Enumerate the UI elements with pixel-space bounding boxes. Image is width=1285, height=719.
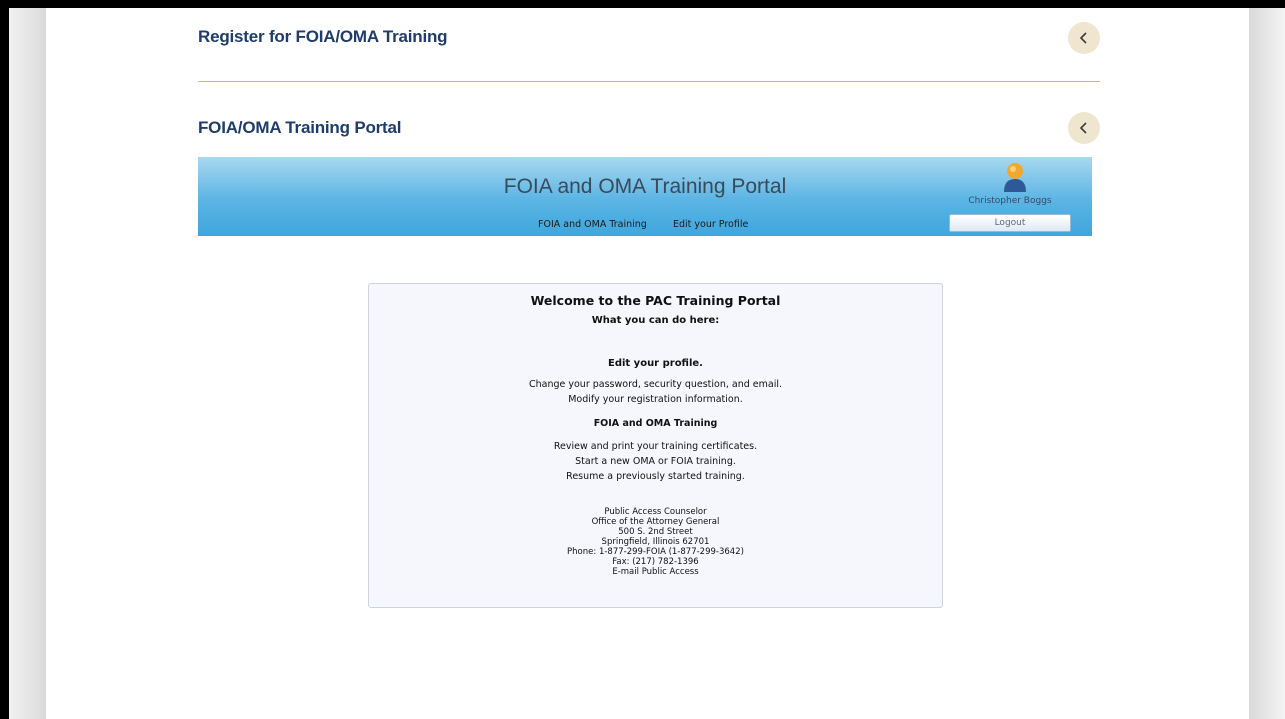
training-line: Resume a previously started training. [566,471,745,482]
right-gutter [1249,8,1285,719]
nav-edit-profile[interactable]: Edit your Profile [673,219,748,230]
nav-foia-oma-training[interactable]: FOIA and OMA Training [538,219,647,230]
training-heading: FOIA and OMA Training [593,418,718,429]
frame-left-edge [0,0,9,719]
email-link[interactable]: E-mail Public Access [369,567,942,578]
training-line: Review and print your training certifica… [553,441,758,452]
section-divider [198,81,1100,82]
portal-section-title[interactable]: FOIA/OMA Training Portal [198,118,402,138]
logout-button[interactable]: Logout [949,214,1071,232]
user-name: Christopher Boggs [968,196,1052,206]
edit-profile-heading: Edit your profile. [608,358,703,369]
profile-line: Modify your registration information. [568,394,743,405]
frame-top-edge [0,0,1285,8]
register-collapse-button[interactable] [1068,22,1100,54]
welcome-panel: Welcome to the PAC Training Portal What … [368,283,943,608]
register-section-title[interactable]: Register for FOIA/OMA Training [198,27,448,47]
chevron-left-icon [1079,122,1087,134]
portal-header: FOIA and OMA Training Portal FOIA and OM… [198,157,1092,236]
left-gutter [9,8,46,719]
welcome-subtitle: What you can do here: [591,315,720,326]
welcome-title: Welcome to the PAC Training Portal [530,293,781,308]
profile-line: Change your password, security question,… [528,379,783,390]
user-avatar-icon [1004,163,1026,192]
portal-collapse-button[interactable] [1068,112,1100,144]
training-line: Start a new OMA or FOIA training. [575,456,736,467]
chevron-left-icon [1079,32,1087,44]
